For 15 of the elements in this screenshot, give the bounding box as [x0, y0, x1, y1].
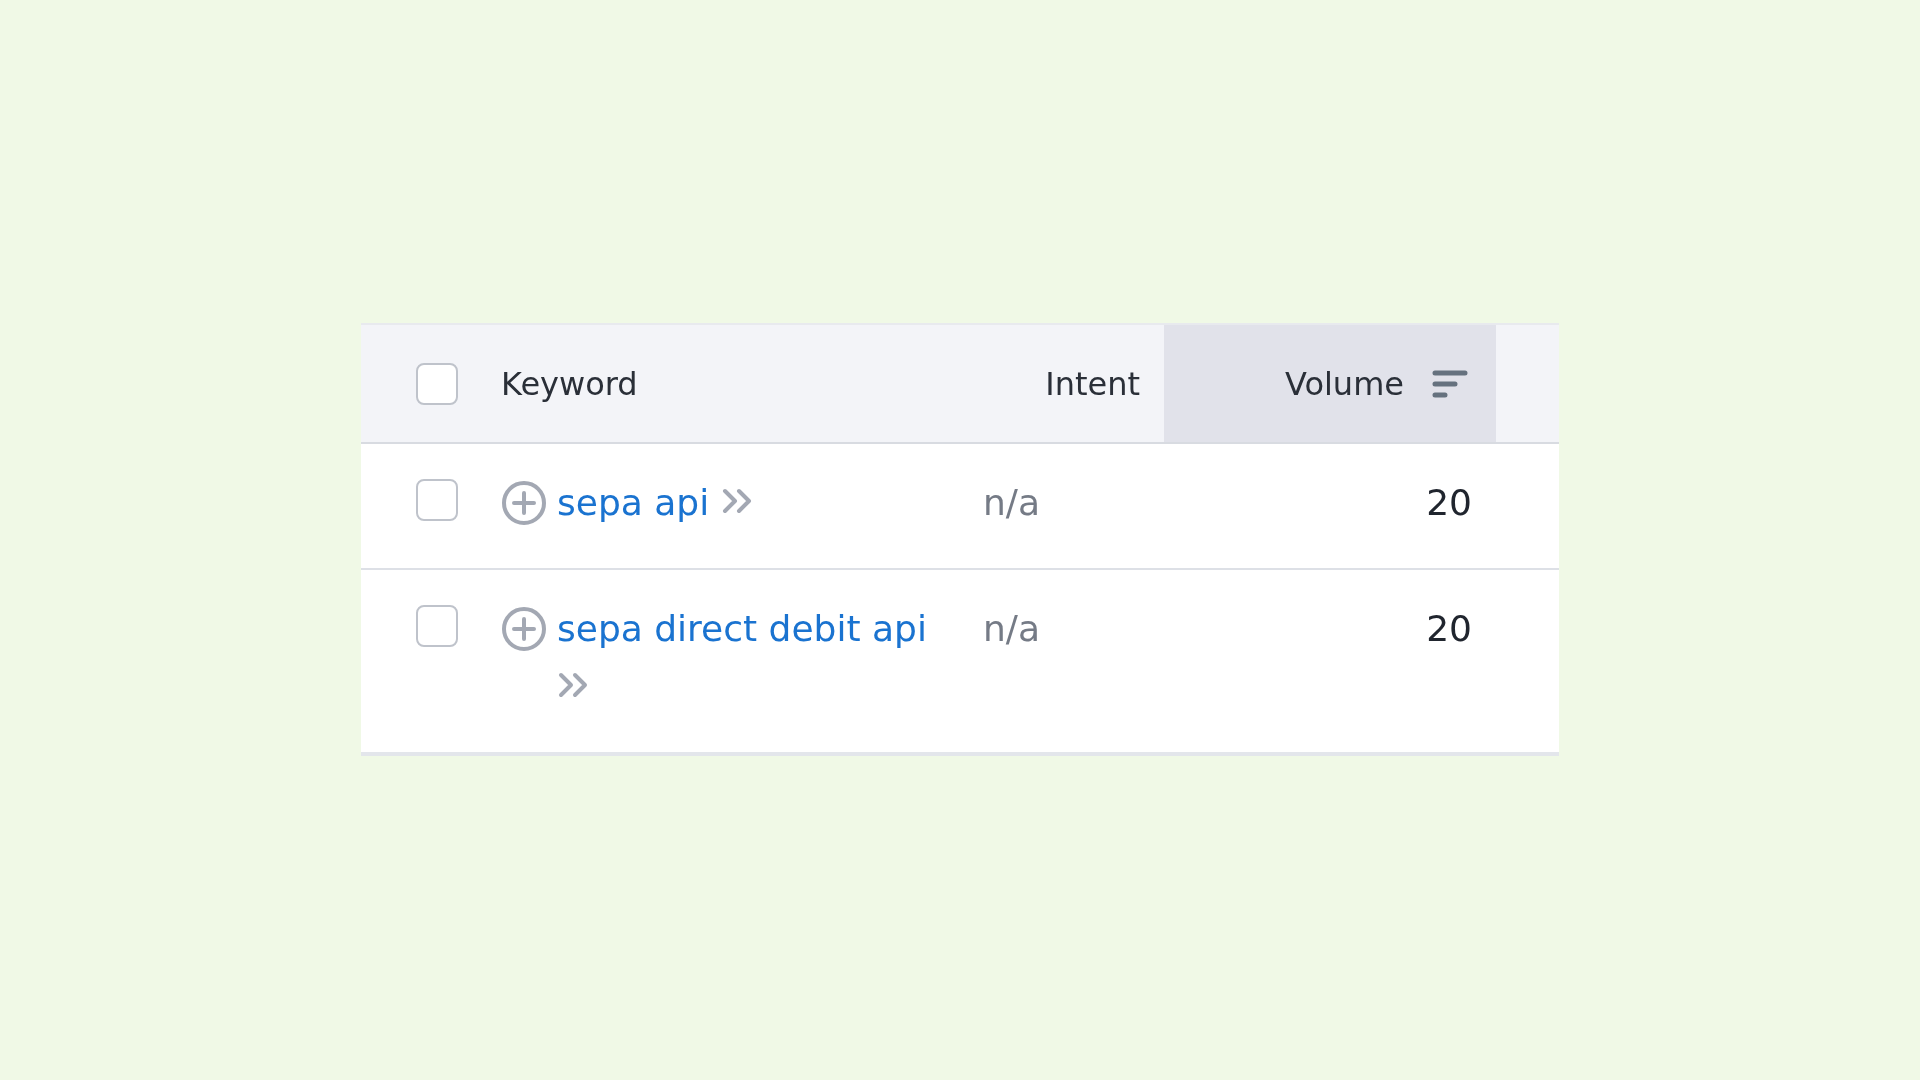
keyword-link[interactable]: sepa direct debit api [557, 608, 927, 649]
keyword-link[interactable]: sepa api [557, 482, 710, 523]
column-header[interactable]: Volume [1164, 325, 1496, 442]
add-circle-icon[interactable] [501, 480, 547, 526]
checkbox[interactable] [416, 362, 458, 405]
volume-value: 20 [1426, 607, 1472, 651]
column-header[interactable]: Keyword [501, 325, 971, 442]
checkbox[interactable] [416, 479, 458, 521]
sort-icon[interactable] [1432, 368, 1468, 399]
intent-value: n/a [983, 607, 1040, 651]
column-header[interactable]: Intent [971, 325, 1164, 442]
intent-value: n/a [983, 481, 1040, 525]
add-circle-icon[interactable] [501, 606, 547, 652]
checkbox[interactable] [416, 605, 458, 647]
volume-value: 20 [1426, 481, 1472, 525]
